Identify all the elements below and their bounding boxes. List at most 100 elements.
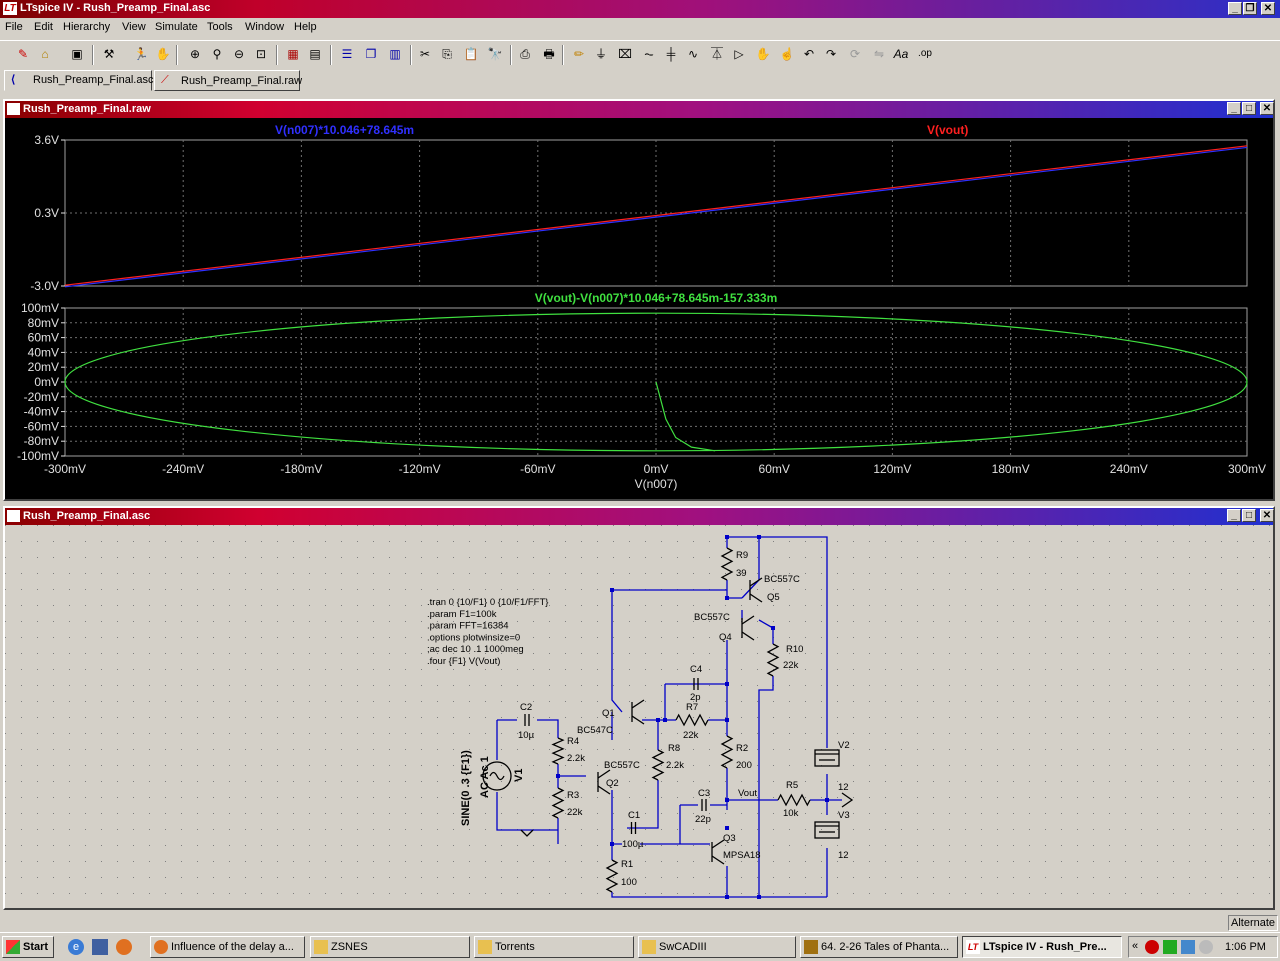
menu-help[interactable]: Help (294, 21, 317, 33)
spice-directive: .tran 0 {10/F1} 0 {10/F1/FFT} (427, 597, 548, 608)
menu-simulate[interactable]: Simulate (155, 21, 198, 33)
waveform-maximize-button[interactable]: □ (1242, 102, 1256, 115)
y-tick-label: -100mV (17, 449, 59, 463)
close-button[interactable]: ✕ (1261, 2, 1275, 15)
drag-icon[interactable]: ☝ (778, 45, 796, 63)
inductor-icon[interactable]: ∿ (684, 45, 702, 63)
restore-button[interactable]: ❐ (1243, 2, 1257, 15)
diode-icon[interactable]: ⏄ (708, 45, 726, 63)
copy-icon[interactable]: ⎘ (438, 45, 456, 63)
paste-icon[interactable]: 📋 (462, 45, 480, 63)
zoom-pan-icon[interactable]: ⚲ (208, 45, 226, 63)
menu-hierarchy[interactable]: Hierarchy (63, 21, 110, 33)
tile-horizontal-icon[interactable]: ☰ (338, 45, 356, 63)
component-icon[interactable]: ▷ (730, 45, 748, 63)
taskbar-item-firefox[interactable]: Influence of the delay a... (150, 936, 305, 958)
text-icon[interactable]: Aa (892, 45, 910, 63)
move-icon[interactable]: ✋ (754, 45, 772, 63)
minimize-button[interactable]: _ (1228, 2, 1242, 15)
waveform-plot[interactable]: 3.6V 0.3V -3.0V V(n007)*10.046+78.645m V(vou… (5, 118, 1273, 499)
series-label: V(n007)*10.046+78.645m (275, 123, 414, 137)
start-button[interactable]: Start (2, 936, 54, 958)
menu-tools[interactable]: Tools (207, 21, 233, 33)
junction-dot (610, 842, 614, 846)
value-r2: 200 (736, 760, 752, 771)
tray-app-icon[interactable] (1145, 940, 1159, 954)
menu-view[interactable]: View (122, 21, 146, 33)
run-icon[interactable]: 🏃 (132, 45, 150, 63)
mirror-icon[interactable]: ⇋ (870, 45, 888, 63)
windows-logo-icon (6, 940, 20, 954)
junction-dot (656, 718, 660, 722)
zoom-fit-icon[interactable]: ⊡ (252, 45, 270, 63)
undo-icon[interactable]: ↶ (800, 45, 818, 63)
find-icon[interactable]: 🔭 (486, 45, 504, 63)
tab-waveform[interactable]: ⟋ Rush_Preamp_Final.raw (154, 70, 303, 91)
capacitor-icon[interactable]: ╪ (662, 45, 680, 63)
redo-icon[interactable]: ↷ (822, 45, 840, 63)
tile-icon[interactable]: ▥ (386, 45, 404, 63)
waveform-close-button[interactable]: ✕ (1260, 102, 1274, 115)
autorange-icon[interactable]: ▦ (284, 45, 302, 63)
new-schematic-icon[interactable]: ✎ (14, 45, 32, 63)
tab-schematic[interactable]: ⟨ Rush_Preamp_Final.asc (4, 70, 153, 91)
print-icon[interactable]: 🖶 (540, 45, 558, 63)
value-v1: SINE(0 .3 {F1}) (460, 750, 472, 826)
firefox-icon[interactable] (116, 939, 132, 955)
tray-expand-icon[interactable]: « (1132, 940, 1138, 952)
y-tick-label: 100mV (21, 301, 59, 315)
taskbar-item-label: Influence of the delay a... (171, 941, 294, 953)
zoom-out-icon[interactable]: ⊖ (230, 45, 248, 63)
internet-explorer-icon[interactable]: e (68, 939, 84, 955)
tray-network-icon[interactable] (1181, 940, 1195, 954)
ground-icon[interactable]: ⏚ (592, 45, 610, 63)
x-tick-label: 300mV (1228, 462, 1266, 476)
taskbar-item-torrents[interactable]: Torrents (474, 936, 634, 958)
menu-file[interactable]: File (5, 21, 23, 33)
waveform-icon: ⟋ (161, 74, 169, 86)
taskbar-item-winamp[interactable]: 64. 2-26 Tales of Phanta... (800, 936, 958, 958)
waveform-minimize-button[interactable]: _ (1227, 102, 1241, 115)
resistor-icon[interactable]: ⏦ (640, 45, 658, 63)
value-r1: 100 (621, 877, 637, 888)
y-tick-label: 20mV (28, 360, 59, 374)
value-r8: 2.2k (666, 760, 684, 771)
y-tick-label: -40mV (24, 405, 59, 419)
cascade-icon[interactable]: ❐ (362, 45, 380, 63)
label-net-icon[interactable]: ⌧ (616, 45, 634, 63)
plot-settings-icon[interactable]: ▤ (306, 45, 324, 63)
value-c1: 100µ (622, 839, 644, 850)
taskbar-item-swcadiii[interactable]: SwCADIII (638, 936, 796, 958)
ref-r2: R2 (736, 743, 748, 754)
show-desktop-icon[interactable] (92, 939, 108, 955)
control-panel-icon[interactable]: ⚒ (100, 45, 118, 63)
y-tick-label: -80mV (24, 434, 59, 448)
series-label: V(vout)-V(n007)*10.046+78.645m-157.333m (535, 291, 777, 305)
tab-waveform-label: Rush_Preamp_Final.raw (181, 75, 303, 87)
spice-directive-icon[interactable]: .op (916, 45, 934, 63)
y-tick-label: 40mV (28, 345, 59, 359)
rotate-icon[interactable]: ⟳ (846, 45, 864, 63)
schematic-canvas[interactable]: R939Q5BC557CQ4BC557CR1022kC42pQ1BC547CR7… (5, 525, 1273, 908)
tray-app-icon[interactable] (1163, 940, 1177, 954)
junction-dot (757, 535, 761, 539)
open-icon[interactable]: ⌂ (36, 45, 54, 63)
schematic-close-button[interactable]: ✕ (1260, 509, 1274, 522)
tray-volume-icon[interactable] (1199, 940, 1213, 954)
schematic-minimize-button[interactable]: _ (1227, 509, 1241, 522)
schematic-icon (7, 510, 20, 522)
spice-directive: .options plotwinsize=0 (427, 632, 520, 643)
schematic-maximize-button[interactable]: □ (1242, 509, 1256, 522)
junction-dot (771, 626, 775, 630)
taskbar-item-zsnes[interactable]: ZSNES (310, 936, 470, 958)
halt-icon[interactable]: ✋ (154, 45, 172, 63)
cut-icon[interactable]: ✂ (416, 45, 434, 63)
menu-window[interactable]: Window (245, 21, 284, 33)
value-r9: 39 (736, 568, 747, 579)
save-icon[interactable]: ▣ (68, 45, 86, 63)
menu-edit[interactable]: Edit (34, 21, 53, 33)
print-setup-icon[interactable]: ⎙ (516, 45, 534, 63)
zoom-in-icon[interactable]: ⊕ (186, 45, 204, 63)
draw-wire-icon[interactable]: ✏ (570, 45, 588, 63)
taskbar-item-ltspice[interactable]: LT LTspice IV - Rush_Pre... (962, 936, 1122, 958)
